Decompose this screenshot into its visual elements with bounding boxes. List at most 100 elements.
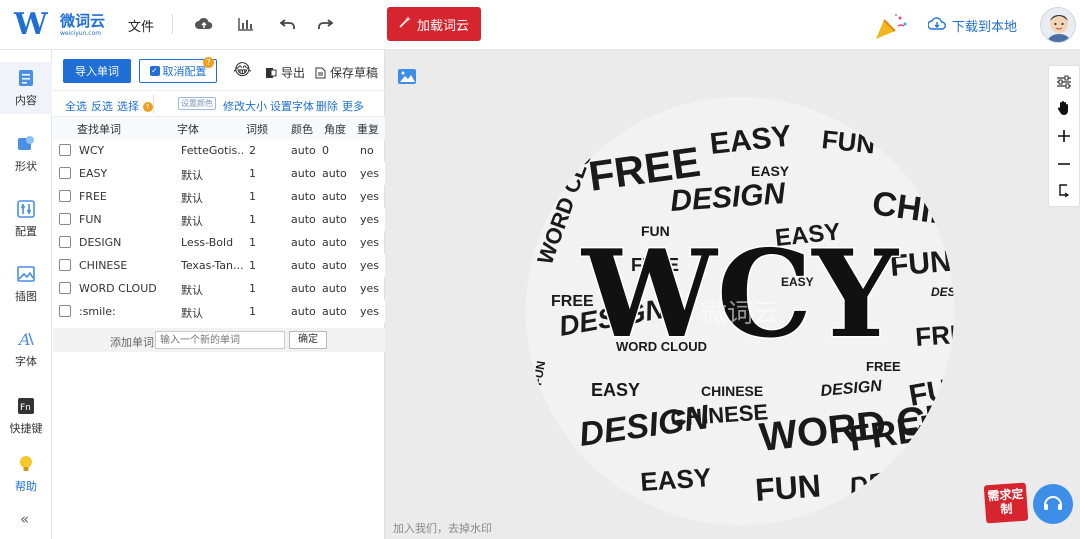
row-checkbox[interactable]	[59, 282, 71, 294]
cloud-word: EASY	[639, 462, 712, 497]
cell-repeat: yes	[360, 236, 380, 249]
cell-angle: auto	[322, 282, 347, 295]
cell-font: Less-Bold	[181, 236, 234, 249]
image-icon[interactable]	[397, 68, 419, 86]
cell-font: Texas-Tan...	[181, 259, 244, 272]
table-row[interactable]: CHINESE Texas-Tan... 1 auto auto yes	[53, 254, 385, 277]
help-icon: ?	[142, 102, 153, 112]
cell-font: 默认	[181, 284, 203, 297]
cloud-word: FUN	[889, 245, 953, 283]
cell-repeat: no	[360, 144, 374, 157]
sidebar-item-label: 内容	[15, 94, 37, 107]
sidebar-item-config[interactable]: 配置	[0, 193, 52, 245]
cell-word: EASY	[79, 167, 108, 180]
row-checkbox[interactable]	[59, 305, 71, 317]
custom-request-button[interactable]: 需求定制	[983, 482, 1029, 524]
row-checkbox[interactable]	[59, 259, 71, 271]
cell-angle: 0	[322, 144, 329, 157]
table-row[interactable]: WORD CLOUD 默认 1 auto auto yes	[53, 277, 385, 300]
table-row[interactable]: FREE 默认 1 auto auto yes	[53, 185, 385, 208]
logo[interactable]: W 微词云 weiciyun.com	[14, 9, 105, 41]
table-row[interactable]: DESIGN Less-Bold 1 auto auto yes	[53, 231, 385, 254]
canvas-area: FREE EASY FUN DESIGN CHINESE WORD CLOUD FREE EA…	[385, 50, 1080, 539]
resize-link[interactable]: 修改大小	[223, 98, 267, 114]
content-icon	[19, 70, 33, 86]
cloud-word: CHINESE	[701, 383, 763, 399]
cloud-upload-icon[interactable]	[193, 13, 215, 35]
cell-angle: auto	[322, 167, 347, 180]
row-checkbox[interactable]	[59, 213, 71, 225]
cell-angle: auto	[322, 190, 347, 203]
word-cloud-preview[interactable]: FREE EASY FUNDESIGN CHINESEWORD CLOUD FREEEA…	[521, 96, 959, 526]
add-word-label: 添加单词	[110, 336, 154, 349]
set-font-link[interactable]: 设置字体	[270, 98, 314, 114]
select-link[interactable]: 选择 ?	[117, 98, 153, 114]
delete-link[interactable]: 删除	[316, 98, 338, 114]
column-header: 重复	[357, 123, 379, 136]
save-draft-label: 保存草稿	[330, 66, 379, 80]
remove-watermark-link[interactable]: 加入我们，去掉水印	[393, 520, 492, 536]
add-word-input[interactable]	[155, 331, 285, 349]
set-color-button[interactable]: 设置颜色	[178, 97, 216, 110]
invert-selection-link[interactable]: 反选	[91, 98, 113, 114]
cell-angle: auto	[322, 305, 347, 318]
fit-screen-icon[interactable]	[1049, 176, 1079, 204]
row-checkbox[interactable]	[59, 236, 71, 248]
file-menu[interactable]: 文件	[128, 16, 154, 35]
sidebar-item-label: 帮助	[15, 480, 37, 493]
confirm-button[interactable]: 确定	[289, 331, 327, 349]
cell-color: auto	[291, 305, 316, 318]
redo-icon[interactable]	[314, 13, 336, 35]
document-icon	[315, 67, 326, 78]
cell-word: WCY	[79, 144, 105, 157]
table-row[interactable]: FUN 默认 1 auto auto yes	[53, 208, 385, 231]
table-row[interactable]: EASY 默认 1 auto auto yes	[53, 162, 385, 185]
cell-freq: 1	[249, 236, 256, 249]
export-icon	[266, 67, 277, 78]
export-button[interactable]: 导出	[265, 64, 305, 81]
sidebar-item-font[interactable]: A 字体	[0, 323, 52, 375]
cell-freq: 1	[249, 213, 256, 226]
customer-support-button[interactable]	[1033, 484, 1073, 524]
help-badge-icon[interactable]: ?	[203, 57, 214, 68]
cell-font: 默认	[181, 192, 203, 205]
download-button[interactable]: 下载到本地	[927, 16, 1017, 35]
wordcloud-center-word: WCY	[580, 224, 899, 365]
import-words-button[interactable]: 导入单词	[63, 59, 131, 83]
sidebar-item-help[interactable]: 帮助	[0, 448, 52, 500]
cell-repeat: yes	[360, 213, 380, 226]
undo-icon[interactable]	[277, 13, 299, 35]
cloud-watermark: 微词云	[701, 299, 779, 329]
sidebar-item-illustration[interactable]: 插图	[0, 258, 52, 310]
save-draft-button[interactable]: 保存草稿	[315, 64, 378, 81]
laughing-emoji-icon[interactable]: 😂	[233, 61, 252, 79]
shape-icon	[18, 136, 34, 150]
table-row[interactable]: :smile: 默认 1 auto auto yes	[53, 300, 385, 323]
column-header: 角度	[324, 123, 346, 136]
row-checkbox[interactable]	[59, 167, 71, 179]
party-popper-icon[interactable]	[874, 12, 912, 40]
sidebar-item-shortcuts[interactable]: Fn 快捷键	[0, 390, 52, 442]
zoom-out-icon[interactable]	[1049, 150, 1079, 178]
cell-word: DESIGN	[79, 236, 122, 249]
zoom-in-icon[interactable]	[1049, 122, 1079, 150]
sidebar-item-content[interactable]: 内容	[0, 62, 52, 114]
sliders-icon[interactable]	[1049, 68, 1079, 96]
sidebar-item-label: 字体	[15, 355, 37, 368]
row-checkbox[interactable]	[59, 144, 71, 156]
sidebar-item-label: 形状	[15, 160, 37, 173]
select-all-link[interactable]: 全选	[65, 98, 87, 114]
more-link[interactable]: 更多	[342, 98, 364, 114]
row-checkbox[interactable]	[59, 190, 71, 202]
load-wordcloud-button[interactable]: 加载词云	[387, 7, 481, 41]
avatar[interactable]	[1040, 7, 1076, 43]
table-row[interactable]: WCY FetteGotis... 2 auto 0 no	[53, 139, 385, 162]
svg-text:A: A	[17, 330, 31, 349]
column-header[interactable]: 查找单词	[77, 121, 121, 137]
collapse-sidebar-button[interactable]: «	[20, 510, 29, 528]
hand-icon[interactable]	[1049, 94, 1079, 122]
lightbulb-icon	[20, 456, 32, 471]
check-icon: ✓	[149, 66, 160, 76]
sidebar-item-shape[interactable]: 形状	[0, 128, 52, 180]
stats-icon[interactable]	[235, 13, 257, 35]
